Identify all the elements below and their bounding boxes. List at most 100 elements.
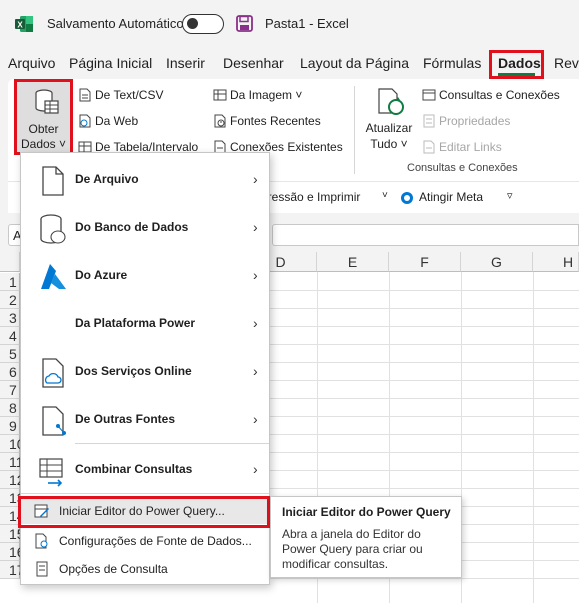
azure-icon: [41, 264, 66, 289]
autosave-toggle[interactable]: [182, 14, 224, 34]
menu-item-combinar-consultas[interactable]: Combinar Consultas ›: [21, 447, 269, 495]
row-header[interactable]: 14: [0, 507, 25, 525]
ribbon-separator: [354, 86, 355, 174]
tab-inserir[interactable]: Inserir: [166, 55, 205, 71]
fontes-recentes-label: Fontes Recentes: [230, 114, 321, 128]
row-header[interactable]: 2: [0, 291, 20, 309]
refresh-all-icon: [378, 88, 404, 115]
editar-links-button[interactable]: Editar Links: [422, 140, 502, 154]
data-source-settings-icon: [35, 533, 48, 549]
obter-label-2: Dados ˅: [20, 137, 67, 151]
da-web-button[interactable]: Da Web: [78, 114, 138, 128]
menu-item-de-arquivo[interactable]: De Arquivo ›: [21, 157, 269, 205]
menu-label-do-azure: Do Azure: [75, 268, 128, 282]
tooltip-title: Iniciar Editor do Power Query: [282, 505, 451, 519]
de-text-csv-button[interactable]: De Text/CSV: [78, 88, 163, 102]
row-header[interactable]: 6: [0, 363, 20, 381]
da-imagem-label: Da Imagem ˅: [230, 88, 303, 102]
atualizar-tudo-dropdown[interactable]: Tudo ˅: [365, 137, 413, 151]
chevron-right-icon: ›: [253, 171, 258, 187]
power-query-highlight: [18, 496, 270, 528]
row-header[interactable]: 15: [0, 525, 25, 543]
power-query-tooltip: Iniciar Editor do Power Query Abra a jan…: [270, 496, 462, 578]
consultas-group-label: Consultas e Conexões: [407, 162, 518, 174]
row-header[interactable]: 4: [0, 327, 20, 345]
tab-layout-da-pagina[interactable]: Layout da Página: [300, 55, 409, 71]
tab-formulas[interactable]: Fórmulas: [423, 55, 481, 71]
queries-connections-icon: [422, 89, 436, 101]
menu-label-do-banco-de-dados: Do Banco de Dados: [75, 220, 189, 234]
menu-divider: [21, 493, 269, 494]
row-header[interactable]: 1: [0, 273, 20, 291]
menu-label-da-plataforma-power: Da Plataforma Power: [75, 316, 196, 330]
chevron-right-icon: ›: [253, 461, 258, 477]
menu-label-de-arquivo: De Arquivo: [75, 172, 139, 186]
row-header[interactable]: 17: [0, 561, 25, 579]
chevron-right-icon: ›: [253, 411, 258, 427]
select-all-corner[interactable]: [0, 252, 20, 272]
database-table-icon: [35, 89, 59, 114]
propriedades-button[interactable]: Propriedades: [422, 114, 510, 128]
menu-item-configuracoes-fonte-dados[interactable]: Configurações de Fonte de Dados...: [21, 528, 269, 554]
row-header[interactable]: 16: [0, 543, 25, 561]
edit-links-icon: [423, 140, 435, 154]
tab-revisao[interactable]: Revi: [554, 55, 579, 71]
web-page-icon: [79, 114, 91, 128]
menu-label-de-outras-fontes: De Outras Fontes: [75, 412, 176, 426]
more-dropdown-icon[interactable]: ▿: [507, 189, 513, 202]
row-header[interactable]: 3: [0, 309, 20, 327]
fontes-recentes-button[interactable]: Fontes Recentes: [213, 114, 321, 128]
tab-desenhar[interactable]: Desenhar: [223, 55, 284, 71]
menu-label-configuracoes: Configurações de Fonte de Dados...: [59, 534, 252, 548]
da-imagem-button[interactable]: Da Imagem ˅: [213, 88, 302, 102]
chevron-right-icon: ›: [253, 219, 258, 235]
da-web-label: Da Web: [95, 114, 139, 128]
properties-icon: [423, 114, 435, 128]
menu-item-da-plataforma-power[interactable]: Da Plataforma Power ›: [21, 301, 269, 349]
menu-item-do-azure[interactable]: Do Azure ›: [21, 253, 269, 301]
menu-item-do-banco-de-dados[interactable]: Do Banco de Dados ›: [21, 205, 269, 253]
chevron-down-icon[interactable]: ˅: [382, 190, 388, 201]
consultas-e-conexoes-button[interactable]: Consultas e Conexões: [422, 88, 560, 102]
row-header[interactable]: 11: [0, 453, 24, 471]
row-header[interactable]: 10: [0, 435, 25, 453]
image-table-icon: [213, 89, 227, 101]
excel-logo-icon: X: [15, 16, 33, 32]
impressao-imprimir-button[interactable]: pressão e Imprimir: [261, 190, 360, 204]
column-header-g[interactable]: G: [461, 252, 533, 272]
file-icon: [42, 166, 64, 196]
menu-item-dos-servicos-online[interactable]: Dos Serviços Online ›: [21, 349, 269, 397]
row-header[interactable]: 13: [0, 489, 25, 507]
atingir-meta-button[interactable]: Atingir Meta: [419, 190, 483, 204]
column-header-f[interactable]: F: [389, 252, 461, 272]
save-icon[interactable]: [236, 15, 253, 32]
atualizar-tudo-button[interactable]: Atualizar: [365, 121, 413, 135]
column-header-e[interactable]: E: [317, 252, 389, 272]
obter-dados-button[interactable]: Obter Dados ˅: [14, 79, 73, 155]
formula-bar[interactable]: [272, 224, 579, 246]
row-header[interactable]: 5: [0, 345, 20, 363]
menu-label-dos-servicos-online: Dos Serviços Online: [75, 364, 192, 378]
autosave-label: Salvamento Automático: [47, 16, 184, 31]
query-options-icon: [36, 561, 48, 577]
menu-item-opcoes-de-consulta[interactable]: Opções de Consulta: [21, 556, 269, 582]
title-bar: X Salvamento Automático Pasta1 - Excel: [0, 0, 579, 46]
chevron-right-icon: ›: [253, 267, 258, 283]
toggle-knob: [187, 18, 198, 29]
atualizar-label-2: Tudo ˅: [370, 137, 408, 151]
database-icon: [40, 214, 66, 244]
menu-item-de-outras-fontes[interactable]: De Outras Fontes ›: [21, 397, 269, 445]
menu-label-opcoes: Opções de Consulta: [59, 562, 168, 576]
atualizar-label-1: Atualizar: [365, 121, 413, 135]
row-header[interactable]: 7: [0, 381, 20, 399]
row-header[interactable]: 8: [0, 399, 20, 417]
tab-arquivo[interactable]: Arquivo: [8, 55, 55, 71]
svg-text:X: X: [17, 21, 23, 30]
other-sources-icon: [42, 406, 66, 436]
row-header[interactable]: 9: [0, 417, 20, 435]
row-header[interactable]: 12: [0, 471, 25, 489]
column-header-h[interactable]: H: [533, 252, 579, 272]
chevron-right-icon: ›: [253, 315, 258, 331]
dados-tab-highlight: [489, 50, 544, 79]
tab-pagina-inicial[interactable]: Página Inicial: [69, 55, 152, 71]
